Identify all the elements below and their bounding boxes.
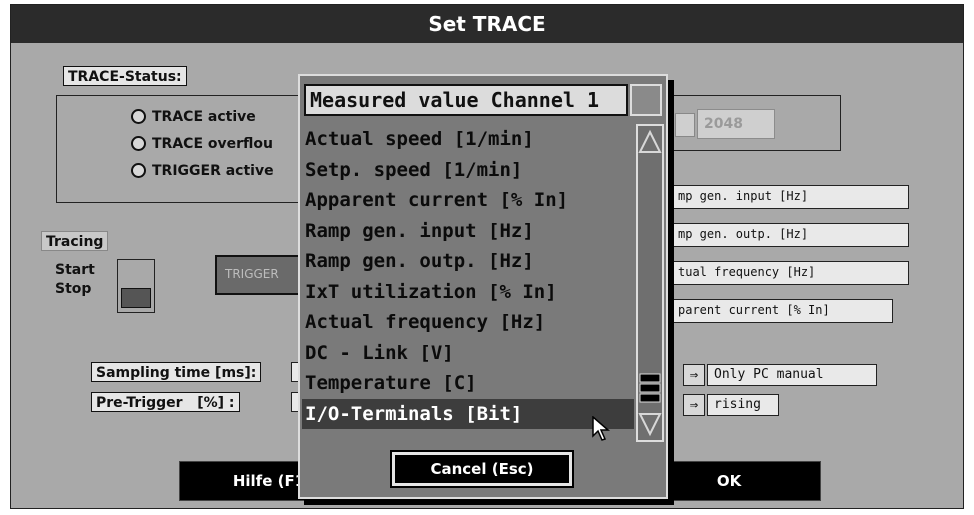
list-item[interactable]: Ramp gen. input [Hz] [302,216,634,247]
list-item[interactable]: Apparent current [% In] [302,185,634,216]
arrow-right-icon[interactable]: ⇒ [683,394,705,416]
cancel-button[interactable]: Cancel (Esc) [390,450,574,488]
radio-label: TRACE active [152,109,256,125]
list-item-selected[interactable]: I/O-Terminals [Bit] [302,398,634,429]
dropdown-header: Measured value Channel 1 [304,84,628,116]
channel-4-field[interactable]: tual frequency [Hz] [671,261,909,285]
list-item[interactable]: IxT utilization [% In] [302,277,634,308]
trigger-edge-field[interactable]: rising [707,394,779,416]
switch-knob [121,288,151,308]
trigger-mode-field[interactable]: Only PC manual [707,364,877,386]
start-stop-switch[interactable] [117,259,155,313]
buffer-label-stub [675,113,695,137]
radio-label: TRACE overflou [152,136,273,152]
arrow-right-icon[interactable]: ⇒ [683,364,705,386]
list-item[interactable]: DC - Link [V] [302,338,634,369]
scroll-down-icon[interactable] [638,413,662,437]
radio-trace-active[interactable]: TRACE active [131,109,256,125]
list-item[interactable]: Ramp gen. outp. [Hz] [302,246,634,277]
measured-value-dropdown: Measured value Channel 1 Actual speed [1… [298,74,668,499]
list-item[interactable]: Setp. speed [1/min] [302,155,634,186]
trace-status-label: TRACE-Status: [63,66,187,86]
channel-2-field[interactable]: mp gen. input [Hz] [671,185,909,209]
channel-5-field[interactable]: parent current [% In] [671,299,893,323]
scroll-thumb[interactable] [639,373,661,383]
radio-circle-icon [131,163,146,178]
trigger-button[interactable]: TRIGGER [215,255,305,295]
stop-label: Stop [55,281,92,297]
dropdown-scrollbar[interactable] [636,124,664,442]
scroll-up-icon[interactable] [638,129,662,153]
start-label: Start [55,262,95,278]
buffer-size-field[interactable]: 2048 [697,109,775,139]
radio-circle-icon [131,136,146,151]
scroll-thumb-part [639,393,661,403]
window-title: Set TRACE [11,5,963,43]
dropdown-header-button[interactable] [630,84,662,116]
scrollbar-graphics [638,129,662,437]
dropdown-list: Actual speed [1/min] Setp. speed [1/min]… [302,124,634,444]
tracing-label: Tracing [41,231,109,251]
mouse-cursor-icon [592,416,611,441]
pretrigger-label: Pre-Trigger [%] : [91,392,240,412]
channel-3-field[interactable]: mp gen. outp. [Hz] [671,223,909,247]
radio-trace-overflow[interactable]: TRACE overflou [131,136,273,152]
list-item[interactable]: Temperature [C] [302,368,634,399]
radio-circle-icon [131,109,146,124]
sampling-time-label: Sampling time [ms]: [91,362,262,382]
list-item[interactable]: Actual speed [1/min] [302,124,634,155]
radio-label: TRIGGER active [152,163,274,179]
scroll-thumb-part [639,383,661,393]
radio-trigger-active[interactable]: TRIGGER active [131,163,274,179]
list-item[interactable]: Actual frequency [Hz] [302,307,634,338]
